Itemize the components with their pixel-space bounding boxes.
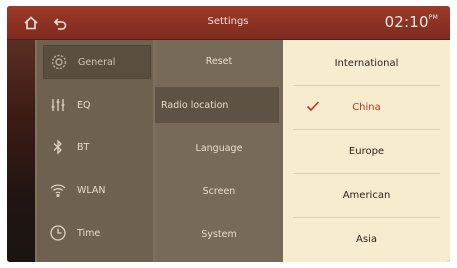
option-label: China: [352, 101, 381, 113]
option-label: American: [342, 189, 391, 201]
sidebar-item-label: BT: [77, 141, 90, 153]
option-europe[interactable]: Europe: [283, 130, 450, 172]
clock: 02:10PM: [385, 13, 438, 31]
top-bar: Settings 02:10PM: [7, 6, 450, 40]
settings-sidebar: General EQ BT WLAN Time: [35, 40, 155, 262]
option-label: Asia: [356, 233, 377, 245]
sidebar-item-general[interactable]: General: [43, 45, 151, 79]
wifi-icon: [43, 181, 73, 199]
equalizer-icon: [43, 96, 73, 114]
clock-time: 02:10: [384, 13, 429, 31]
submenu-item-radio-location[interactable]: Radio location: [155, 87, 279, 123]
checkmark-icon: [305, 98, 321, 114]
sidebar-item-wlan[interactable]: WLAN: [43, 173, 151, 207]
sidebar-item-label: EQ: [77, 99, 91, 111]
option-american[interactable]: American: [283, 174, 450, 216]
option-international[interactable]: International: [283, 42, 450, 84]
clock-icon: [43, 224, 73, 242]
head-unit-screen: Settings 02:10PM General EQ BT WLAN Time…: [7, 6, 450, 262]
home-icon[interactable]: [22, 14, 40, 32]
option-china[interactable]: China: [283, 86, 450, 128]
bluetooth-icon: [43, 138, 73, 156]
sidebar-item-eq[interactable]: EQ: [43, 88, 151, 122]
general-submenu: Reset Radio location Language Screen Sys…: [155, 40, 283, 262]
option-asia[interactable]: Asia: [283, 218, 450, 260]
back-icon[interactable]: [51, 14, 69, 32]
option-label: International: [334, 57, 399, 69]
sidebar-item-bt[interactable]: BT: [43, 130, 151, 164]
sidebar-item-label: Time: [77, 227, 101, 239]
gear-icon: [44, 53, 74, 71]
submenu-item-reset[interactable]: Reset: [155, 43, 283, 79]
submenu-item-screen[interactable]: Screen: [155, 173, 283, 209]
sidebar-item-time[interactable]: Time: [43, 216, 151, 250]
sidebar-item-label: WLAN: [77, 184, 106, 196]
radio-location-options: International China Europe American Asia: [283, 40, 450, 262]
sidebar-item-label: General: [78, 56, 116, 68]
clock-ampm: PM: [428, 14, 438, 21]
page-title: Settings: [207, 16, 249, 27]
settings-content: General EQ BT WLAN Time Reset Radio loca…: [7, 40, 450, 262]
option-label: Europe: [348, 145, 385, 157]
submenu-item-system[interactable]: System: [155, 216, 283, 252]
submenu-item-language[interactable]: Language: [155, 130, 283, 166]
